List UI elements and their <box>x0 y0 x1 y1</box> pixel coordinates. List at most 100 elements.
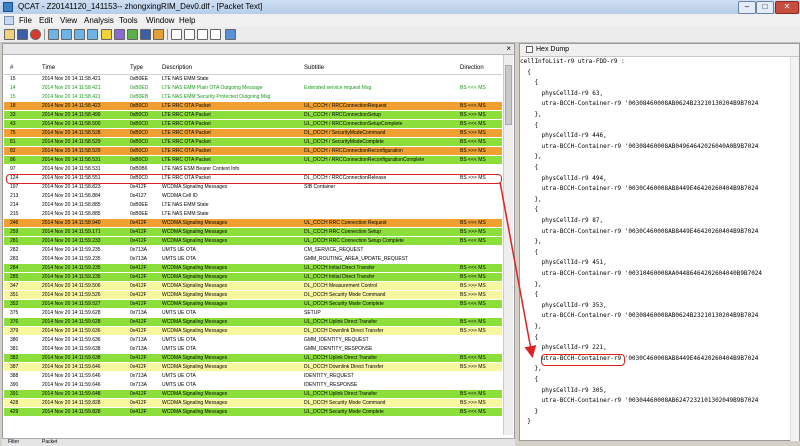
table-row[interactable]: 285 2014 Nov 20 14:11:59.235 0x412F WCDMA S… <box>4 273 502 281</box>
menu-window[interactable]: Window <box>146 16 174 25</box>
cell-t: 2014 Nov 20 14:11:59.526 <box>42 292 101 298</box>
table-row[interactable]: 213 2014 Nov 20 14:11:58.884 0x4127 WCDMA C… <box>4 192 502 200</box>
close-button[interactable]: ✕ <box>775 1 799 14</box>
cell-t: 2014 Nov 20 14:11:58.421 <box>42 94 101 100</box>
find-icon[interactable] <box>171 29 182 40</box>
table-row[interactable]: 375 2014 Nov 20 14:11:59.628 0x713A UMTS UE… <box>4 309 502 317</box>
export-icon[interactable] <box>225 29 236 40</box>
save-icon[interactable] <box>140 29 151 40</box>
filter-icon[interactable] <box>61 29 72 40</box>
cell-n: 18 <box>10 103 16 109</box>
text-line: }, <box>520 153 542 161</box>
table-row[interactable]: 284 2014 Nov 20 14:11:59.235 0x412F WCDMA S… <box>4 264 502 272</box>
table-row[interactable]: 376 2014 Nov 20 14:11:59.628 0x412F WCDMA S… <box>4 318 502 326</box>
table-row[interactable]: 14 2014 Nov 20 14:11:58.421 0xB0ED LTE NAS … <box>4 84 502 92</box>
cell-t: 2014 Nov 20 14:11:58.421 <box>42 85 101 91</box>
cell-dir: BS <<< MS <box>460 274 486 280</box>
user-icon[interactable] <box>153 29 164 40</box>
table-row[interactable]: 75 2014 Nov 20 14:11:58.528 0xB0C0 LTE RRC … <box>4 129 502 137</box>
table-row[interactable]: 215 2014 Nov 20 14:11:58.885 0xB0EE LTE NAS… <box>4 210 502 218</box>
text-line: { <box>520 333 539 341</box>
menu-help[interactable]: Help <box>179 16 195 25</box>
menu-view[interactable]: View <box>60 16 77 25</box>
table-row[interactable]: 214 2014 Nov 20 14:11:58.885 0xB0EE LTE NAS… <box>4 201 502 209</box>
table-row[interactable]: 352 2014 Nov 20 14:11:59.527 0x412F WCDMA S… <box>4 300 502 308</box>
table-row[interactable]: 81 2014 Nov 20 14:11:58.529 0xB0C0 LTE RRC … <box>4 138 502 146</box>
table-row[interactable]: 97 2014 Nov 20 14:11:58.531 0xB0B6 LTE NAS … <box>4 165 502 173</box>
column-time[interactable]: Time <box>42 65 55 71</box>
cell-n: 429 <box>10 409 19 415</box>
cell-d: WCDMA Signaling Messages <box>162 292 228 298</box>
table-row[interactable]: 351 2014 Nov 20 14:11:59.526 0x412F WCDMA S… <box>4 291 502 299</box>
pane-close-button[interactable]: × <box>506 44 511 54</box>
table-row[interactable]: 428 2014 Nov 20 14:11:59.828 0x412F WCDMA S… <box>4 399 502 407</box>
table-row[interactable]: 282 2014 Nov 20 14:11:59.235 0x713A UMTS UE… <box>4 246 502 254</box>
find-icon[interactable] <box>197 29 208 40</box>
stop-icon[interactable] <box>30 29 41 40</box>
table-row[interactable]: 281 2014 Nov 20 14:11:59.233 0x412F WCDMA S… <box>4 237 502 245</box>
table-row[interactable]: 33 2014 Nov 20 14:11:58.499 0xB0C0 LTE RRC … <box>4 111 502 119</box>
funnel-icon[interactable] <box>127 29 138 40</box>
menu-file[interactable]: File <box>19 16 32 25</box>
table-row[interactable]: 387 2014 Nov 20 14:11:59.646 0x412F WCDMA S… <box>4 363 502 371</box>
table-row[interactable]: 347 2014 Nov 20 14:11:59.506 0x412F WCDMA S… <box>4 282 502 290</box>
table-row[interactable]: 390 2014 Nov 20 14:11:59.646 0x713A UMTS UE… <box>4 381 502 389</box>
find-icon[interactable] <box>184 29 195 40</box>
column-type[interactable]: Type <box>130 65 143 71</box>
open-icon[interactable] <box>4 29 15 40</box>
menu-analysis[interactable]: Analysis <box>84 16 114 25</box>
text-line: cellInfoList-r9 utra-FDD-r9 : <box>520 58 625 65</box>
table-row[interactable]: 15 2014 Nov 20 14:11:58.421 0xB0EE LTE NAS … <box>4 75 502 83</box>
column-subtitle[interactable]: Subtitle <box>304 65 324 71</box>
cell-t: 2014 Nov 20 14:11:59.235 <box>42 247 101 253</box>
filter-icon[interactable] <box>87 29 98 40</box>
table-row[interactable]: 380 2014 Nov 20 14:11:59.636 0x713A UMTS UE… <box>4 336 502 344</box>
toolbar-separator <box>167 29 168 40</box>
column-direction[interactable]: Direction <box>460 65 484 71</box>
table-row[interactable]: 43 2014 Nov 20 14:11:58.500 0xB0C0 LTE RRC … <box>4 120 502 128</box>
minimize-button[interactable]: – <box>738 1 756 14</box>
column-description[interactable]: Description <box>162 65 192 71</box>
table-row[interactable]: 18 2014 Nov 20 14:11:58.423 0xB0C0 LTE RRC … <box>4 102 502 110</box>
column-num[interactable]: # <box>10 65 13 71</box>
doc-icon[interactable] <box>4 16 14 25</box>
table-row[interactable]: 283 2014 Nov 20 14:11:59.235 0x713A UMTS UE… <box>4 255 502 263</box>
table-row[interactable]: 382 2014 Nov 20 14:11:59.638 0x412F WCDMA S… <box>4 354 502 362</box>
filter-icon[interactable] <box>74 29 85 40</box>
cell-d: WCDMA Signaling Messages <box>162 391 228 397</box>
table-row[interactable]: 86 2014 Nov 20 14:11:58.531 0xB0C0 LTE RRC … <box>4 156 502 164</box>
cell-n: 86 <box>10 157 16 163</box>
cell-ty: 0x412F <box>130 274 147 280</box>
menu-edit[interactable]: Edit <box>39 16 53 25</box>
table-row[interactable]: 429 2014 Nov 20 14:11:59.828 0x412F WCDMA S… <box>4 408 502 416</box>
hex-dump-checkbox[interactable] <box>526 46 533 53</box>
table-row[interactable]: 381 2014 Nov 20 14:11:59.638 0x713A UMTS UE… <box>4 345 502 353</box>
cell-ty: 0xB0ED <box>130 85 149 91</box>
cell-n: 380 <box>10 337 19 343</box>
cell-s: CM_SERVICE_REQUEST <box>304 247 364 253</box>
table-row[interactable]: 197 2014 Nov 20 14:11:58.823 0x412F WCDMA S… <box>4 183 502 191</box>
cell-dir: BS <<< MS <box>460 355 486 361</box>
funnel-icon[interactable] <box>101 29 112 40</box>
table-row[interactable]: 246 2014 Nov 20 14:11:58.940 0x412F WCDMA S… <box>4 219 502 227</box>
funnel-icon[interactable] <box>114 29 125 40</box>
cell-d: UMTS UE OTA <box>162 256 196 262</box>
packet-list-scrollbar[interactable] <box>503 55 513 435</box>
save-icon[interactable] <box>17 29 28 40</box>
table-row[interactable]: 391 2014 Nov 20 14:11:59.648 0x412F WCDMA S… <box>4 390 502 398</box>
table-row[interactable]: 388 2014 Nov 20 14:11:59.646 0x713A UMTS UE… <box>4 372 502 380</box>
cell-s: UL_DCCH / RRCConnectionReconfigurationCo… <box>304 157 425 163</box>
find-icon[interactable] <box>210 29 221 40</box>
table-row[interactable]: 15 2014 Nov 20 14:11:58.421 0xB0EB LTE NAS … <box>4 93 502 101</box>
table-row[interactable]: 259 2014 Nov 20 14:11:59.171 0x412F WCDMA S… <box>4 228 502 236</box>
cell-t: 2014 Nov 20 14:11:59.171 <box>42 229 101 235</box>
table-row[interactable]: 379 2014 Nov 20 14:11:59.636 0x412F WCDMA S… <box>4 327 502 335</box>
table-row[interactable]: 82 2014 Nov 20 14:11:58.529 0xB0C0 LTE RRC … <box>4 147 502 155</box>
filter-icon[interactable] <box>48 29 59 40</box>
cell-n: 347 <box>10 283 19 289</box>
menu-tools[interactable]: Tools <box>119 16 138 25</box>
cell-ty: 0x412F <box>130 364 147 370</box>
text-scrollbar[interactable] <box>790 57 799 441</box>
scroll-thumb[interactable] <box>505 65 512 125</box>
maximize-button[interactable]: □ <box>756 1 774 14</box>
